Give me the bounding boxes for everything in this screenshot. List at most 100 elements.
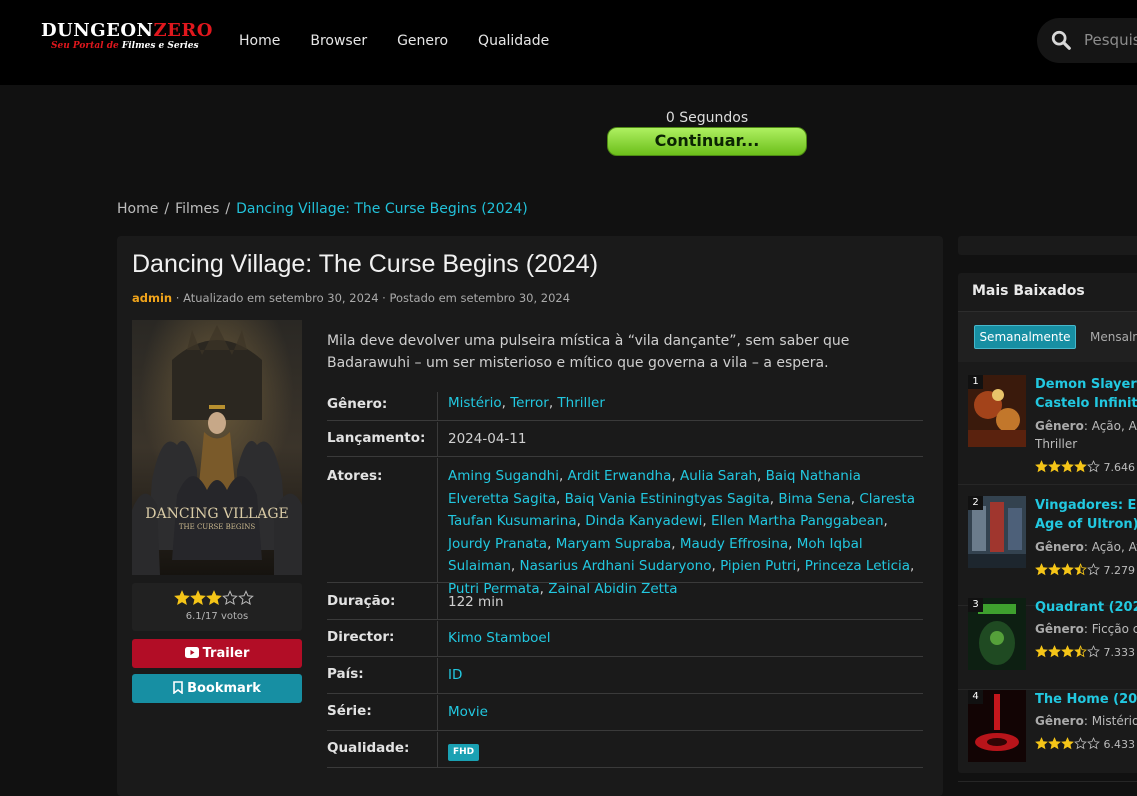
list-item[interactable]: 1 Demon Slayer: Kimetsu Castelo Infinito… <box>958 375 1137 485</box>
continue-button[interactable]: Continuar... <box>607 127 807 156</box>
star-empty-icon <box>1087 645 1100 658</box>
actor-link[interactable]: Aming Sugandhi <box>448 468 559 484</box>
item-rating: 7.333 <box>1035 645 1135 659</box>
star-filled-icon <box>1035 645 1048 658</box>
detail-serie: Série: Movie <box>327 695 923 731</box>
search-box[interactable]: Pesquisar... <box>1037 18 1137 63</box>
rating-stars[interactable] <box>174 590 254 610</box>
list-item[interactable]: 3 Quadrant (2024) Gênero: Ficção científ… <box>958 598 1137 690</box>
synopsis: Mila deve devolver uma pulseira mística … <box>327 333 850 371</box>
actor-link[interactable]: Ellen Martha Panggabean <box>711 513 884 529</box>
trailer-button[interactable]: Trailer <box>132 639 302 668</box>
star-filled-icon <box>1061 563 1074 576</box>
star-filled-icon <box>1048 645 1061 658</box>
breadcrumb-separator: / <box>225 201 231 217</box>
nav-home[interactable]: Home <box>239 33 280 49</box>
breadcrumb-separator: / <box>164 201 170 217</box>
nav-genero[interactable]: Genero <box>397 33 448 49</box>
item-title-line2[interactable]: Age of Ultron) <box>1035 515 1137 534</box>
logo-wordmark: DUNGEONZERO <box>41 20 213 41</box>
breadcrumb-current[interactable]: Dancing Village: The Curse Begins (2024) <box>236 201 528 217</box>
youtube-icon <box>184 647 199 658</box>
item-genres-cont: Thriller <box>1035 437 1078 451</box>
movie-card: Dancing Village: The Curse Begins (2024)… <box>117 236 943 796</box>
detail-label: Director: <box>327 629 395 645</box>
star-empty-icon <box>1087 460 1100 473</box>
movie-poster: DANCING VILLAGE THE CURSE BEGINS <box>132 320 302 575</box>
bookmark-icon <box>173 681 183 695</box>
rank-badge: 3 <box>968 598 983 612</box>
actor-link[interactable]: Baiq Vania Estiningtyas Sagita <box>565 491 770 507</box>
star-empty-icon <box>222 590 238 606</box>
actor-link[interactable]: Ardit Erwandha <box>568 468 672 484</box>
breadcrumb-home[interactable]: Home <box>117 201 158 217</box>
detail-qualidade: Qualidade: FHD <box>327 732 923 768</box>
actor-link[interactable]: Jourdy Pranata <box>448 536 547 552</box>
item-genres: Gênero: Ficção científica <box>1035 622 1137 636</box>
sidebar-widget <box>958 236 1137 255</box>
genre-link[interactable]: Terror <box>510 395 549 411</box>
actor-link[interactable]: Maryam Supraba <box>556 536 672 552</box>
star-filled-icon <box>190 590 206 606</box>
serie-link[interactable]: Movie <box>448 704 488 720</box>
rank-badge: 2 <box>968 496 983 510</box>
star-filled-icon <box>1048 737 1061 750</box>
detail-label: País: <box>327 666 364 682</box>
item-title[interactable]: The Home (2025) <box>1035 690 1137 709</box>
genre-link[interactable]: Mistério <box>448 395 502 411</box>
widget-title: Mais Baixados <box>972 283 1085 299</box>
actor-link[interactable]: Princeza Leticia <box>805 558 910 574</box>
countdown-label: 0 Segundos <box>665 110 749 126</box>
detail-director: Director: Kimo Stamboel <box>327 621 923 657</box>
item-title[interactable]: Demon Slayer: Kimetsu <box>1035 375 1137 394</box>
quality-badge[interactable]: FHD <box>448 744 480 761</box>
site-header: DUNGEONZERO Seu Portal de Filmes e Serie… <box>0 0 1137 85</box>
country-link[interactable]: ID <box>448 667 462 683</box>
author-link[interactable]: admin <box>132 291 172 305</box>
item-rating: 7.646 <box>1035 460 1135 474</box>
site-logo[interactable]: DUNGEONZERO Seu Portal de Filmes e Serie… <box>40 20 213 60</box>
star-empty-icon <box>1074 737 1087 750</box>
search-input[interactable]: Pesquisar... <box>1084 31 1137 49</box>
detail-lancamento: Lançamento: 2024-04-11 <box>327 422 923 457</box>
detail-genero: Gênero: Mistério, Terror, Thriller <box>327 392 923 421</box>
page-title: Dancing Village: The Curse Begins (2024) <box>132 250 599 278</box>
tab-semanalmente[interactable]: Semanalmente <box>974 325 1076 349</box>
star-filled-icon <box>1074 563 1087 576</box>
actor-link[interactable]: Pipien Putri <box>720 558 796 574</box>
detail-duracao: Duração: 122 min <box>327 584 923 620</box>
star-filled-icon <box>206 590 222 606</box>
actor-link[interactable]: Aulia Sarah <box>680 468 757 484</box>
item-genres: Gênero: Ação, Aventura <box>1035 540 1137 554</box>
detail-value: ID <box>437 658 923 694</box>
detail-label: Lançamento: <box>327 430 426 446</box>
star-filled-icon <box>1048 460 1061 473</box>
tab-mensalmente[interactable]: Mensalmente <box>1090 330 1137 344</box>
post-dates: · Atualizado em setembro 30, 2024 · Post… <box>172 291 571 305</box>
actor-link[interactable]: Maudy Effrosina <box>680 536 788 552</box>
star-filled-icon <box>1035 563 1048 576</box>
detail-value: 122 min <box>437 584 923 620</box>
item-title[interactable]: Quadrant (2024) <box>1035 598 1137 617</box>
detail-value: Movie <box>437 695 923 731</box>
detail-label: Qualidade: <box>327 740 410 756</box>
actor-link[interactable]: Nasarius Ardhani Sudaryono <box>519 558 711 574</box>
item-title-line2[interactable]: Castelo Infinito (2025) <box>1035 394 1137 413</box>
item-title[interactable]: Vingadores: Era de Ultron <box>1035 496 1137 515</box>
detail-pais: País: ID <box>327 658 923 694</box>
list-item[interactable]: 4 The Home (2025) Gênero: Mistério, Terr… <box>958 690 1137 782</box>
nav-qualidade[interactable]: Qualidade <box>478 33 549 49</box>
genre-link[interactable]: Thriller <box>557 395 604 411</box>
list-item[interactable]: 2 Vingadores: Era de Ultron Age of Ultro… <box>958 496 1137 606</box>
actor-link[interactable]: Bima Sena <box>778 491 850 507</box>
logo-tagline: Seu Portal de Filmes e Series <box>51 41 199 51</box>
bookmark-button[interactable]: Bookmark <box>132 674 302 703</box>
breadcrumb-section[interactable]: Filmes <box>175 201 219 217</box>
actor-link[interactable]: Dinda Kanyadewi <box>585 513 702 529</box>
nav-browser[interactable]: Browser <box>310 33 367 49</box>
search-icon[interactable] <box>1050 29 1072 51</box>
poster-title: DANCING VILLAGE <box>145 506 288 522</box>
detail-value: Aming Sugandhi, Ardit Erwandha, Aulia Sa… <box>437 458 923 597</box>
item-genres: Gênero: Mistério, Terror <box>1035 714 1137 728</box>
director-link[interactable]: Kimo Stamboel <box>448 630 550 646</box>
